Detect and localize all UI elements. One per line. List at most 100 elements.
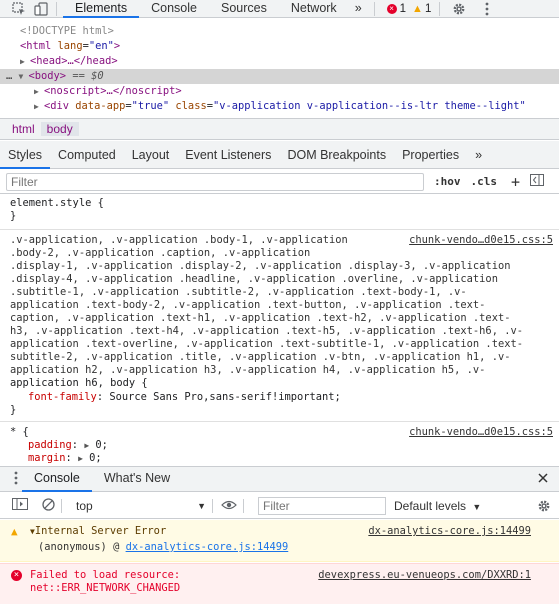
noscript-tag: <noscript>…</noscript> <box>44 85 182 97</box>
error-text: Failed to load resource: net::ERR_NETWOR… <box>30 569 180 595</box>
error-source-link[interactable]: devexpress.eu-venueops.com/DXXRD:1 <box>318 569 531 581</box>
styles-filter-input[interactable] <box>6 172 424 191</box>
warning-icon: ▲ <box>412 2 423 15</box>
console-divider <box>61 498 62 513</box>
div-attr-name: data-app <box>75 100 126 112</box>
stack-trace-link[interactable]: dx-analytics-core.js:14499 <box>126 541 289 553</box>
toolbar-divider-2 <box>373 1 375 16</box>
tab-styles[interactable]: Styles <box>0 141 51 169</box>
device-toolbar-icon[interactable] <box>32 0 50 18</box>
tab-sources[interactable]: Sources <box>209 0 279 18</box>
stack-trace-line: (anonymous) @ dx-analytics-core.js:14499 <box>38 541 288 553</box>
dom-tree: <!DOCTYPE html> <html lang="en"> ▶ <head>… <box>0 22 559 117</box>
property-value: Source Sans Pro,sans-serif!important; <box>109 391 341 403</box>
selector-line: .subtitle-1, .v-application .subtitle-2,… <box>10 286 467 298</box>
hover-state-toggle[interactable]: :hov <box>434 175 461 188</box>
style-source-link-2[interactable]: chunk-vendo…d0e15.css:5 <box>409 426 553 439</box>
head-tag: <head>…</head> <box>30 55 118 67</box>
settings-gear-icon[interactable] <box>450 0 468 18</box>
drawer-tab-whats-new[interactable]: What's New <box>92 466 182 492</box>
dom-noscript-node[interactable]: ▶ <noscript>…</noscript> <box>0 84 559 99</box>
stack-function: (anonymous) @ <box>38 541 120 553</box>
body-tag: <body> <box>28 70 67 82</box>
tab-elements[interactable]: Elements <box>63 0 140 18</box>
console-divider-2 <box>212 498 213 513</box>
new-rule-button[interactable]: + <box>511 173 520 191</box>
universal-style-rule[interactable]: chunk-vendo…d0e15.css:5 * { padding: ▶ 0… <box>10 426 555 465</box>
style-rule[interactable]: chunk-vendo…d0e15.css:5 .v-application, … <box>10 234 555 417</box>
styles-filter-bar: :hov .cls + <box>0 170 559 194</box>
toggle-sidebar-icon[interactable] <box>530 174 545 189</box>
toolbar-divider <box>56 1 57 16</box>
drawer-tab-console[interactable]: Console <box>22 466 92 492</box>
expand-arrow-icon[interactable]: ▶ <box>34 99 44 114</box>
close-drawer-icon[interactable] <box>537 472 549 487</box>
tab-network[interactable]: Network <box>279 0 349 18</box>
log-levels-dropdown[interactable]: Default levels ▼ <box>394 499 481 513</box>
console-warning-message[interactable]: ▲ ▼Internal Server Error dx-analytics-co… <box>0 520 559 562</box>
console-settings-gear-icon[interactable] <box>537 499 551 516</box>
selector-line: caption, .v-application .text-h1, .v-app… <box>10 312 511 324</box>
selector-line: .v-application, .v-application .body-1, … <box>10 234 348 246</box>
dropdown-arrow-icon: ▼ <box>472 501 482 512</box>
dom-head-node[interactable]: ▶ <head>…</head> <box>0 54 559 69</box>
warning-text-line[interactable]: ▼Internal Server Error <box>30 525 166 537</box>
expand-arrow-icon[interactable]: ▶ <box>20 54 30 69</box>
dom-div-node[interactable]: ▶ <div data-app="true" class="v-applicati… <box>0 99 559 114</box>
warning-count-badge[interactable]: ▲ 1 <box>412 3 431 15</box>
selector-line: .display-1, .v-application .display-2, .… <box>10 260 511 272</box>
breadcrumb-body[interactable]: body <box>40 122 79 136</box>
styles-pane: element.style { } chunk-vendo…d0e15.css:… <box>0 195 559 465</box>
context-selector[interactable]: top ▼ <box>76 499 206 513</box>
collapse-arrow-icon[interactable]: ▼ <box>19 69 29 84</box>
breadcrumb-html[interactable]: html <box>6 122 41 136</box>
element-style-rule[interactable]: element.style { } <box>10 197 555 222</box>
expand-arrow-icon[interactable]: ▶ <box>34 84 44 99</box>
show-sidebar-icon[interactable] <box>12 498 28 513</box>
selector-line: h3, .v-application .text-h4, .v-applicat… <box>10 325 523 337</box>
expand-arrow-icon[interactable]: ▶ <box>78 454 83 463</box>
more-tabs-button[interactable]: » <box>349 0 368 18</box>
dom-body-node[interactable]: … ▼ <body> == $0 <box>0 69 559 84</box>
error-count-badge[interactable]: × 1 <box>386 2 407 15</box>
tab-event-listeners[interactable]: Event Listeners <box>177 141 279 169</box>
drawer-menu-icon[interactable] <box>14 471 18 488</box>
doctype-text: <!DOCTYPE html> <box>20 25 114 37</box>
error-icon: × <box>386 3 397 14</box>
expand-arrow-icon[interactable]: ▶ <box>84 441 89 450</box>
warning-source-link[interactable]: dx-analytics-core.js:14499 <box>368 525 531 537</box>
selector-line: .display-4, .v-application .headline, .v… <box>10 273 498 285</box>
rule-close: } <box>10 404 17 416</box>
rule-divider <box>0 229 559 230</box>
tab-dom-breakpoints[interactable]: DOM Breakpoints <box>279 141 394 169</box>
html-attr-value: "en" <box>88 40 114 52</box>
console-filter-input[interactable] <box>258 496 386 515</box>
more-options-icon[interactable] <box>478 0 496 18</box>
more-subtabs-button[interactable]: » <box>467 141 490 169</box>
div-attr-value: "true" <box>131 100 170 112</box>
element-style-selector: element.style { <box>10 197 104 209</box>
tab-layout[interactable]: Layout <box>124 141 178 169</box>
warning-count: 1 <box>424 2 432 15</box>
style-declaration[interactable]: font-family: Source Sans Pro,sans-serif!… <box>10 391 555 404</box>
dom-doctype[interactable]: <!DOCTYPE html> <box>0 24 559 39</box>
property-name: padding <box>28 439 72 451</box>
context-value: top <box>76 498 93 513</box>
style-source-link[interactable]: chunk-vendo…d0e15.css:5 <box>405 234 553 247</box>
selector-line: application h2, .v-application h3, .v-ap… <box>10 364 486 376</box>
error-count: 1 <box>399 2 407 15</box>
tab-console[interactable]: Console <box>139 0 209 18</box>
margin-declaration[interactable]: margin: ▶ 0; <box>10 452 555 465</box>
console-error-message[interactable]: × Failed to load resource: net::ERR_NETW… <box>0 563 559 604</box>
tab-computed[interactable]: Computed <box>50 141 124 169</box>
live-expression-eye-icon[interactable] <box>221 499 237 513</box>
dom-html-node[interactable]: <html lang="en"> <box>0 39 559 54</box>
tab-properties[interactable]: Properties <box>394 141 467 169</box>
div-class-name: class <box>175 100 207 112</box>
property-value: 0; <box>89 452 102 464</box>
clear-console-icon[interactable] <box>42 497 55 514</box>
padding-declaration[interactable]: padding: ▶ 0; <box>10 439 555 452</box>
drawer-tabs: Console What's New <box>0 466 559 492</box>
inspect-element-icon[interactable] <box>10 0 28 18</box>
class-toggle[interactable]: .cls <box>471 175 498 188</box>
